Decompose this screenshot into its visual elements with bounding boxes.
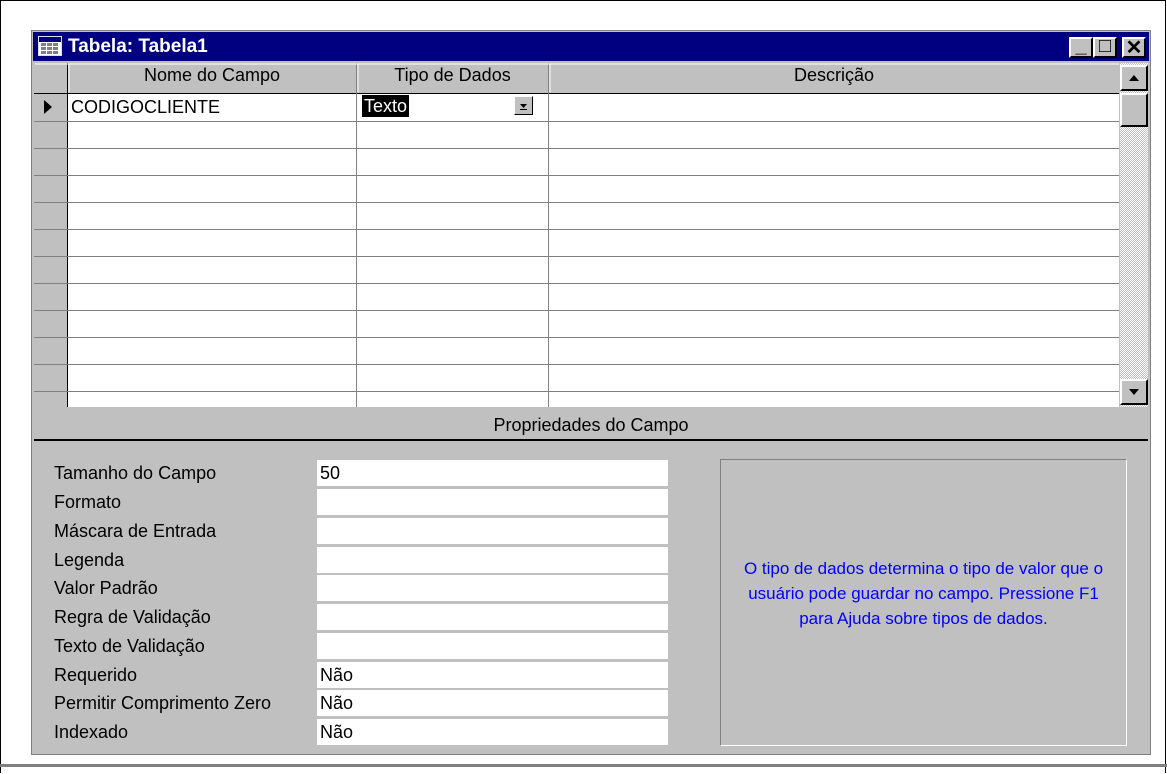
window-title: Tabela: Tabela1 xyxy=(68,36,208,57)
property-value-indexed[interactable]: Não xyxy=(317,719,668,745)
property-value-field-size[interactable]: 50 xyxy=(317,460,668,486)
property-label: Tamanho do Campo xyxy=(54,463,217,483)
maximize-icon: □ xyxy=(1098,35,1112,57)
property-value-allow-zero-length[interactable]: Não xyxy=(317,690,668,716)
property-value-validation-text[interactable] xyxy=(317,633,668,659)
column-header-description[interactable]: Descrição xyxy=(549,65,1119,89)
table-design-window: Tabela: Tabela1 _ □ ✕ Nome do Campo Tipo… xyxy=(31,30,1151,755)
scroll-down-icon xyxy=(1129,389,1139,395)
property-label: Regra de Validação xyxy=(54,607,211,627)
property-label: Permitir Comprimento Zero xyxy=(54,693,272,713)
field-properties-title: Propriedades do Campo xyxy=(493,415,689,435)
title-bar[interactable]: Tabela: Tabela1 _ □ ✕ xyxy=(33,32,1149,61)
bottom-line xyxy=(0,764,1167,767)
scroll-down-button[interactable] xyxy=(1120,379,1148,405)
property-label: Requerido xyxy=(54,665,138,685)
minimize-button[interactable]: _ xyxy=(1069,35,1093,58)
data-type-cell[interactable]: Texto xyxy=(362,95,410,117)
property-label: Legenda xyxy=(54,550,125,570)
property-label: Valor Padrão xyxy=(54,578,158,598)
scroll-thumb[interactable] xyxy=(1120,93,1148,127)
table-icon xyxy=(38,36,62,56)
field-properties-header: Propriedades do Campo xyxy=(34,411,1148,441)
property-value-caption[interactable] xyxy=(317,547,668,573)
property-value-format[interactable] xyxy=(317,489,668,515)
column-header-name[interactable]: Nome do Campo xyxy=(68,65,356,89)
property-label: Indexado xyxy=(54,722,129,742)
property-label: Texto de Validação xyxy=(54,636,205,656)
property-value-default-value[interactable] xyxy=(317,575,668,601)
field-grid[interactable]: Nome do Campo Tipo de Dados Descrição CO… xyxy=(34,63,1119,407)
help-box: O tipo de dados determina o tipo de valo… xyxy=(720,459,1127,746)
minimize-icon: _ xyxy=(1075,35,1087,57)
close-icon: ✕ xyxy=(1125,37,1143,59)
scroll-up-icon xyxy=(1129,75,1139,81)
vertical-scrollbar[interactable] xyxy=(1120,63,1148,407)
dropdown-arrow-icon xyxy=(520,104,527,110)
property-value-validation-rule[interactable] xyxy=(317,604,668,630)
data-type-dropdown-button[interactable] xyxy=(514,96,533,115)
property-label: Máscara de Entrada xyxy=(54,521,217,541)
property-value-required[interactable]: Não xyxy=(317,662,668,688)
property-label: Formato xyxy=(54,492,122,512)
column-header-type[interactable]: Tipo de Dados xyxy=(357,65,548,89)
help-text: O tipo de dados determina o tipo de valo… xyxy=(743,559,1104,628)
property-value-input-mask[interactable] xyxy=(317,518,668,544)
maximize-button[interactable]: □ xyxy=(1093,35,1117,58)
scroll-up-button[interactable] xyxy=(1120,65,1148,91)
close-button[interactable]: ✕ xyxy=(1122,37,1146,59)
field-name-cell[interactable]: CODIGOCLIENTE xyxy=(71,97,220,118)
